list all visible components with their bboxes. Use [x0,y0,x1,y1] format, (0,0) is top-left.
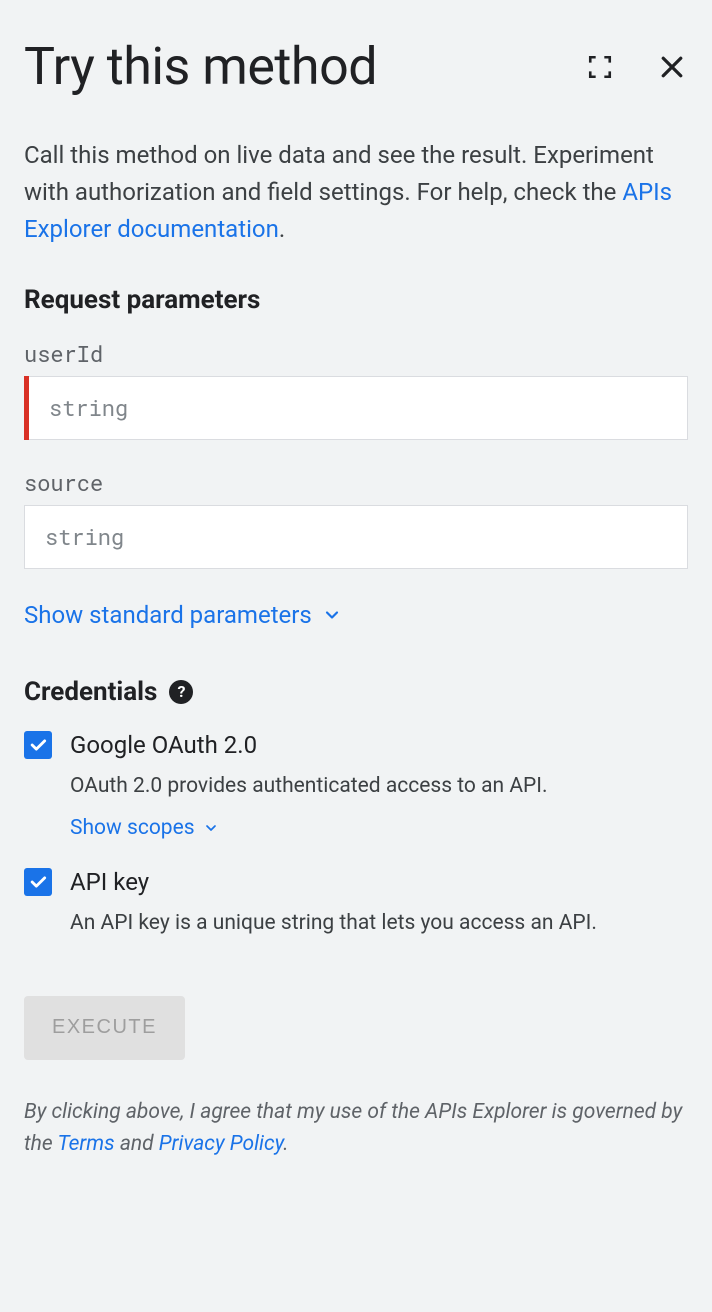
terms-link[interactable]: Terms [57,1132,114,1156]
param-source: source [24,468,688,569]
header-actions [584,51,688,83]
param-input-wrap-source [24,505,688,569]
try-method-panel: Try this method Call this method on live… [0,0,712,1185]
credential-oauth: Google OAuth 2.0 OAuth 2.0 provides auth… [24,731,688,841]
userid-input[interactable] [24,376,688,440]
show-scopes-label: Show scopes [70,816,195,840]
param-input-wrap-userid [24,376,688,440]
param-userid: userId [24,339,688,440]
show-scopes-link[interactable]: Show scopes [70,816,219,840]
panel-description: Call this method on live data and see th… [24,137,688,249]
source-input[interactable] [24,505,688,569]
param-label-source: source [24,468,688,497]
oauth-checkbox[interactable] [24,731,52,759]
legal-between: and [115,1132,159,1156]
oauth-description: OAuth 2.0 provides authenticated access … [70,771,688,803]
apikey-checkbox[interactable] [24,868,52,896]
description-suffix: . [279,215,285,243]
credentials-heading: Credentials ? [24,677,688,707]
param-label-userid: userId [24,339,688,368]
credential-apikey-row: API key [24,868,688,896]
apikey-description: An API key is a unique string that lets … [70,908,688,940]
credentials-heading-text: Credentials [24,677,157,707]
oauth-label: Google OAuth 2.0 [70,731,257,759]
show-standard-parameters-label: Show standard parameters [24,601,312,629]
credential-apikey: API key An API key is a unique string th… [24,868,688,940]
help-icon[interactable]: ? [169,680,193,704]
close-icon[interactable] [656,51,688,83]
legal-after: . [283,1132,288,1156]
execute-button[interactable]: EXECUTE [24,996,185,1060]
chevron-down-icon [322,605,342,625]
request-parameters-heading: Request parameters [24,285,688,315]
apikey-label: API key [70,868,149,896]
page-title: Try this method [24,36,377,97]
panel-header: Try this method [24,36,688,97]
description-text: Call this method on live data and see th… [24,141,654,206]
chevron-down-icon [203,820,219,836]
show-standard-parameters-link[interactable]: Show standard parameters [24,601,342,629]
legal-disclaimer: By clicking above, I agree that my use o… [24,1096,688,1161]
fullscreen-icon[interactable] [584,51,616,83]
privacy-link[interactable]: Privacy Policy [159,1132,283,1156]
credential-oauth-row: Google OAuth 2.0 [24,731,688,759]
